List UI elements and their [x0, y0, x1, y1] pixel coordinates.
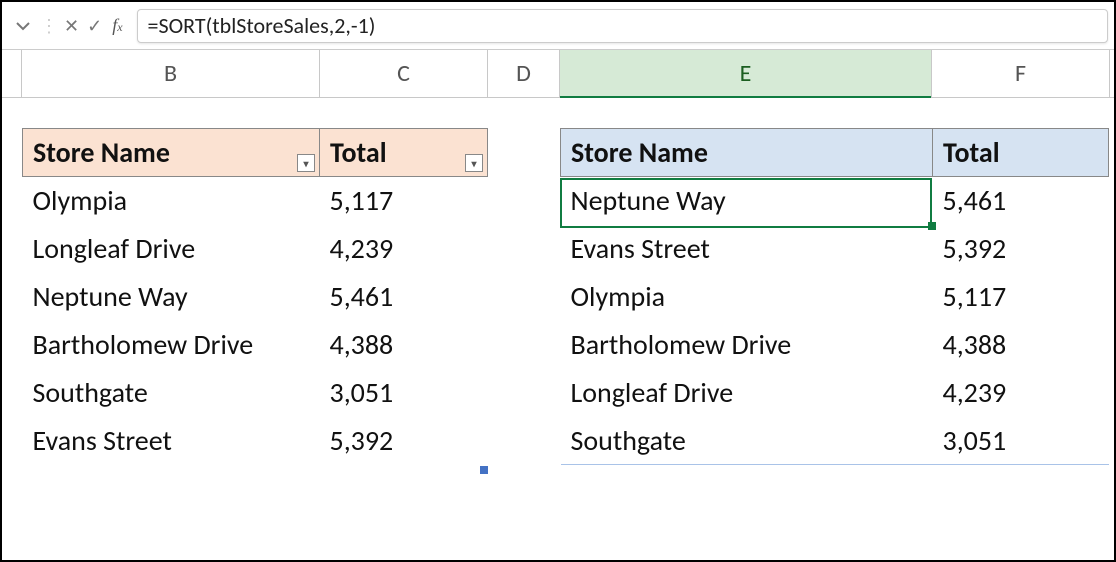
cell-store[interactable]: Evans Street — [23, 417, 320, 465]
table-row[interactable]: Evans Street5,392 — [561, 225, 1109, 273]
col-header-E[interactable]: E — [560, 50, 932, 97]
table-source: Store Name ▾ Total ▾ Olympia5,117 Longle… — [22, 128, 488, 465]
header-store-name[interactable]: Store Name — [561, 129, 933, 177]
header-label: Store Name — [33, 135, 170, 170]
filter-dropdown-icon[interactable]: ▾ — [297, 154, 315, 172]
cell-store[interactable]: Southgate — [23, 369, 320, 417]
table-row[interactable]: Southgate3,051 — [561, 417, 1109, 465]
header-total[interactable]: Total ▾ — [320, 129, 488, 177]
cell-total[interactable]: 5,461 — [320, 273, 488, 321]
table-row[interactable]: Olympia5,117 — [23, 177, 488, 225]
column-headers: B C D E F — [2, 50, 1114, 98]
table-row[interactable]: Olympia5,117 — [561, 273, 1109, 321]
cell-store[interactable]: Evans Street — [561, 225, 933, 273]
header-total[interactable]: Total — [933, 129, 1109, 177]
formula-input[interactable] — [137, 9, 1108, 43]
filter-dropdown-icon[interactable]: ▾ — [465, 154, 483, 172]
formula-bar: ⋮ ✕ ✓ fx — [2, 2, 1114, 50]
col-header-edge[interactable] — [2, 50, 22, 97]
table-sorted-result: Store Name Total Neptune Way5,461 Evans … — [560, 128, 1109, 465]
cell-total[interactable]: 4,388 — [320, 321, 488, 369]
cell-total[interactable]: 3,051 — [933, 417, 1109, 465]
table-row[interactable]: Neptune Way5,461 — [561, 177, 1109, 225]
col-header-D[interactable]: D — [488, 50, 560, 97]
cell-total[interactable]: 4,239 — [933, 369, 1109, 417]
cell-store[interactable]: Neptune Way — [561, 177, 933, 225]
cell-total[interactable]: 4,388 — [933, 321, 1109, 369]
table-header-row: Store Name ▾ Total ▾ — [23, 129, 488, 177]
name-box-dropdown[interactable] — [8, 21, 38, 31]
col-header-F[interactable]: F — [932, 50, 1110, 97]
spreadsheet-grid[interactable]: B C D E F Store Name ▾ Total ▾ Olympia5,… — [2, 50, 1114, 560]
chevron-down-icon — [16, 21, 30, 31]
fx-icon[interactable]: fx — [106, 15, 128, 36]
cancel-icon[interactable]: ✕ — [60, 17, 83, 35]
table-resize-handle[interactable] — [480, 466, 488, 474]
table-row[interactable]: Southgate3,051 — [23, 369, 488, 417]
cell-store[interactable]: Olympia — [561, 273, 933, 321]
enter-icon[interactable]: ✓ — [83, 17, 106, 35]
sheet-body[interactable]: Store Name ▾ Total ▾ Olympia5,117 Longle… — [2, 98, 1114, 560]
separator: ⋮ — [38, 15, 60, 37]
cell-total[interactable]: 5,392 — [320, 417, 488, 465]
cell-store[interactable]: Longleaf Drive — [561, 369, 933, 417]
fill-handle[interactable] — [928, 222, 936, 230]
cell-total[interactable]: 5,117 — [933, 273, 1109, 321]
header-store-name[interactable]: Store Name ▾ — [23, 129, 320, 177]
col-header-B[interactable]: B — [22, 50, 320, 97]
col-header-C[interactable]: C — [320, 50, 488, 97]
table-header-row: Store Name Total — [561, 129, 1109, 177]
table-row[interactable]: Longleaf Drive4,239 — [23, 225, 488, 273]
cell-store[interactable]: Bartholomew Drive — [561, 321, 933, 369]
cell-store[interactable]: Longleaf Drive — [23, 225, 320, 273]
cell-store[interactable]: Southgate — [561, 417, 933, 465]
table-row[interactable]: Longleaf Drive4,239 — [561, 369, 1109, 417]
header-label: Store Name — [571, 135, 708, 170]
header-label: Total — [330, 135, 387, 170]
table-row[interactable]: Neptune Way5,461 — [23, 273, 488, 321]
cell-total[interactable]: 5,461 — [933, 177, 1109, 225]
cell-store[interactable]: Bartholomew Drive — [23, 321, 320, 369]
cell-total[interactable]: 3,051 — [320, 369, 488, 417]
table-row[interactable]: Bartholomew Drive4,388 — [561, 321, 1109, 369]
table-row[interactable]: Evans Street5,392 — [23, 417, 488, 465]
cell-store[interactable]: Neptune Way — [23, 273, 320, 321]
cell-total[interactable]: 5,392 — [933, 225, 1109, 273]
cell-total[interactable]: 4,239 — [320, 225, 488, 273]
cell-total[interactable]: 5,117 — [320, 177, 488, 225]
header-label: Total — [943, 135, 1000, 170]
cell-store[interactable]: Olympia — [23, 177, 320, 225]
table-row[interactable]: Bartholomew Drive4,388 — [23, 321, 488, 369]
